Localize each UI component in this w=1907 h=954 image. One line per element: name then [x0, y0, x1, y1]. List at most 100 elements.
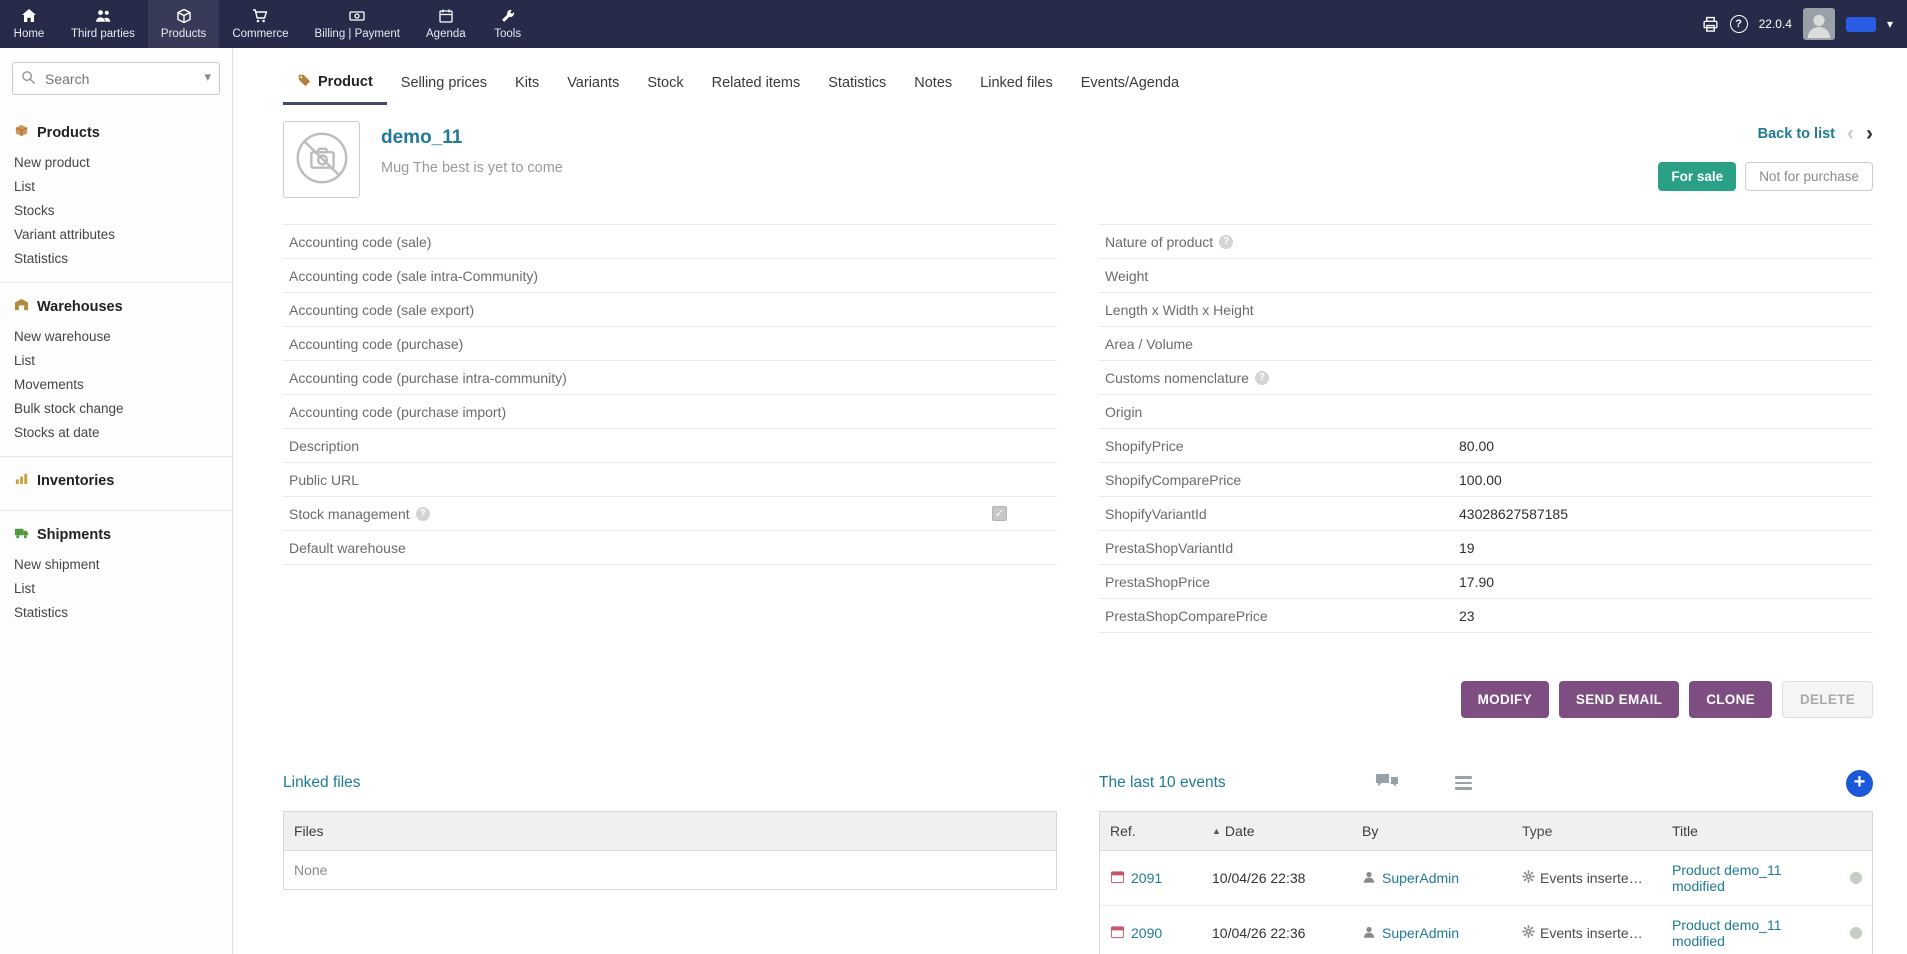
- field-row: Accounting code (purchase intra-communit…: [283, 361, 1057, 395]
- nav-products[interactable]: Products: [148, 0, 219, 48]
- nav-tools[interactable]: Tools: [479, 0, 537, 48]
- event-type: Events inserte…: [1540, 870, 1643, 886]
- field-row: Public URL: [283, 463, 1057, 497]
- sidebar-item-variant-attributes[interactable]: Variant attributes: [0, 222, 232, 246]
- sidebar-section-warehouses: Warehouses New warehouse List Movements …: [0, 282, 232, 456]
- tab-events-agenda[interactable]: Events/Agenda: [1067, 64, 1193, 105]
- event-title-link[interactable]: Product demo_11 modified: [1672, 862, 1781, 894]
- field-row: Accounting code (sale): [283, 225, 1057, 259]
- field-row: Default warehouse: [283, 531, 1057, 565]
- tab-product-label: Product: [318, 74, 373, 90]
- sidebar-title-shipments[interactable]: Shipments: [0, 521, 232, 552]
- tab-linked-files[interactable]: Linked files: [966, 64, 1067, 105]
- event-title-link[interactable]: Product demo_11 modified: [1672, 917, 1781, 949]
- sidebar-item-bulk-stock-change[interactable]: Bulk stock change: [0, 396, 232, 420]
- event-date: 10/04/26 22:36: [1212, 925, 1362, 941]
- user-status-pill[interactable]: [1846, 17, 1876, 32]
- nav-billing-payment[interactable]: Billing | Payment: [302, 0, 413, 48]
- linked-files-header: Files: [284, 812, 1056, 851]
- sidebar-item-shipment-list[interactable]: List: [0, 576, 232, 600]
- info-icon: ?: [1255, 371, 1269, 385]
- add-event-button[interactable]: +: [1846, 770, 1873, 797]
- sidebar-item-shipment-statistics[interactable]: Statistics: [0, 600, 232, 624]
- nav-tools-label: Tools: [494, 28, 521, 40]
- delete-button: DELETE: [1782, 681, 1873, 718]
- field-row: PrestaShopPrice17.90: [1099, 565, 1873, 599]
- sidebar-title-warehouses-label: Warehouses: [37, 299, 123, 315]
- calendar-event-icon: [1110, 924, 1125, 942]
- sidebar-title-inventories-label: Inventories: [37, 473, 114, 489]
- event-ref-link[interactable]: 2090: [1131, 925, 1162, 941]
- sidebar-item-warehouse-list[interactable]: List: [0, 348, 232, 372]
- search-dropdown-caret-icon[interactable]: ▾: [204, 69, 211, 85]
- field-row: Description: [283, 429, 1057, 463]
- inventory-icon: [14, 471, 29, 490]
- event-ref-link[interactable]: 2091: [1131, 870, 1162, 886]
- customs-nomenclature-label: Customs nomenclature: [1105, 370, 1249, 386]
- sidebar-item-new-warehouse[interactable]: New warehouse: [0, 324, 232, 348]
- nav-commerce[interactable]: Commerce: [219, 0, 301, 48]
- col-ref[interactable]: Ref.: [1110, 823, 1212, 839]
- field-row: Customs nomenclature ?: [1099, 361, 1873, 395]
- col-type[interactable]: Type: [1522, 823, 1672, 839]
- user-menu-caret-icon[interactable]: ▾: [1887, 17, 1893, 31]
- messages-icon[interactable]: [1375, 773, 1399, 794]
- event-user-link[interactable]: SuperAdmin: [1382, 870, 1459, 886]
- topnav-right: ? 22.0.4 ▾: [1702, 0, 1907, 48]
- search-input[interactable]: [12, 62, 220, 95]
- tab-selling-prices[interactable]: Selling prices: [387, 64, 501, 105]
- tab-related-items[interactable]: Related items: [698, 64, 815, 105]
- sidebar: ▾ Products New product List Stocks Varia…: [0, 48, 233, 954]
- user-avatar[interactable]: [1803, 8, 1835, 40]
- sidebar-item-stocks-at-date[interactable]: Stocks at date: [0, 420, 232, 444]
- field-row: ShopifyVariantId43028627587185: [1099, 497, 1873, 531]
- clone-button[interactable]: CLONE: [1689, 681, 1772, 718]
- events-panel: The last 10 events + Ref. ▲ Dat: [1099, 768, 1873, 954]
- sidebar-title-warehouses[interactable]: Warehouses: [0, 293, 232, 324]
- sidebar-title-products[interactable]: Products: [0, 119, 232, 150]
- tab-variants[interactable]: Variants: [553, 64, 633, 105]
- no-photo-icon: [291, 127, 353, 192]
- prev-record-chevron-icon[interactable]: ‹: [1847, 123, 1854, 144]
- tab-stock[interactable]: Stock: [633, 64, 697, 105]
- col-title[interactable]: Title: [1672, 823, 1836, 839]
- field-row: Accounting code (sale export): [283, 293, 1057, 327]
- back-to-list-link[interactable]: Back to list: [1758, 126, 1835, 142]
- field-row: Weight: [1099, 259, 1873, 293]
- sidebar-item-new-product[interactable]: New product: [0, 150, 232, 174]
- product-heading: demo_11 Mug The best is yet to come: [381, 121, 563, 198]
- nav-agenda[interactable]: Agenda: [413, 0, 479, 48]
- modify-button[interactable]: MODIFY: [1461, 681, 1549, 718]
- product-tabs: Product Selling prices Kits Variants Sto…: [283, 62, 1873, 105]
- sort-asc-icon: ▲: [1212, 826, 1221, 836]
- sidebar-item-product-list[interactable]: List: [0, 174, 232, 198]
- print-icon[interactable]: [1702, 16, 1719, 33]
- help-icon[interactable]: ?: [1730, 15, 1748, 33]
- event-user-link[interactable]: SuperAdmin: [1382, 925, 1459, 941]
- tab-kits[interactable]: Kits: [501, 64, 553, 105]
- top-navbar: Home Third parties Products Commerce Bil…: [0, 0, 1907, 48]
- nav-third-parties[interactable]: Third parties: [58, 0, 148, 48]
- product-tag-icon: [297, 73, 311, 91]
- sidebar-item-product-statistics[interactable]: Statistics: [0, 246, 232, 270]
- third-parties-icon: [95, 8, 111, 24]
- send-email-button[interactable]: SEND EMAIL: [1559, 681, 1679, 718]
- banner-right: Back to list ‹ › For sale Not for purcha…: [1658, 121, 1873, 198]
- sidebar-item-movements[interactable]: Movements: [0, 372, 232, 396]
- list-view-icon[interactable]: [1455, 776, 1472, 790]
- field-row: Accounting code (sale intra-Community): [283, 259, 1057, 293]
- nav-home[interactable]: Home: [0, 0, 58, 48]
- sidebar-item-stocks[interactable]: Stocks: [0, 198, 232, 222]
- tab-product[interactable]: Product: [283, 62, 387, 105]
- next-record-chevron-icon[interactable]: ›: [1866, 123, 1873, 144]
- events-table: Ref. ▲ Date By Type Title 2091: [1099, 811, 1873, 954]
- col-date[interactable]: ▲ Date: [1212, 823, 1362, 839]
- sidebar-item-new-shipment[interactable]: New shipment: [0, 552, 232, 576]
- event-status-dot: [1850, 927, 1862, 939]
- tab-statistics[interactable]: Statistics: [814, 64, 900, 105]
- shipment-truck-icon: [14, 525, 29, 544]
- tab-notes[interactable]: Notes: [900, 64, 966, 105]
- col-by[interactable]: By: [1362, 823, 1522, 839]
- not-for-purchase-badge: Not for purchase: [1745, 162, 1873, 191]
- sidebar-title-inventories[interactable]: Inventories: [0, 467, 232, 498]
